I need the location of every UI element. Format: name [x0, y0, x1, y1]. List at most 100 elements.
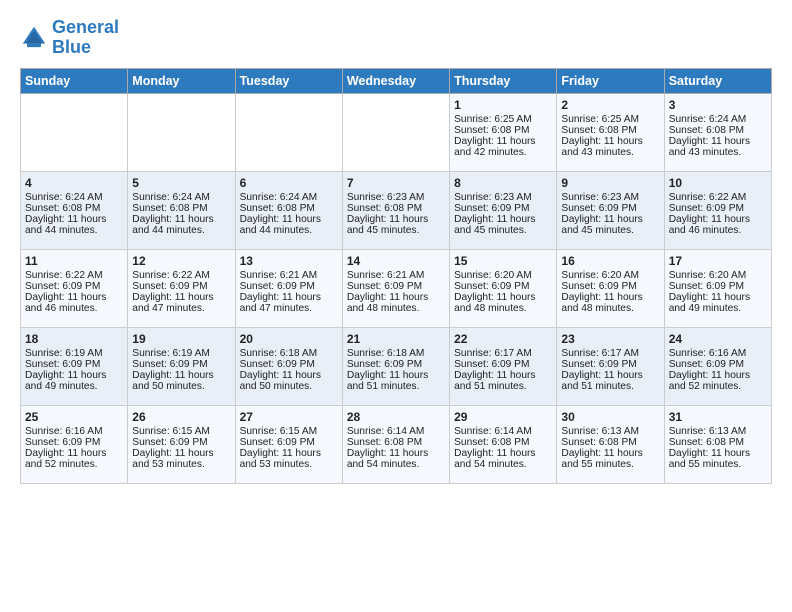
day-number: 4	[25, 176, 123, 190]
day-info: Sunrise: 6:13 AM	[669, 426, 767, 437]
day-info: and 48 minutes.	[347, 303, 445, 314]
day-info: Daylight: 11 hours	[669, 448, 767, 459]
day-info: Sunset: 6:09 PM	[240, 281, 338, 292]
col-header-saturday: Saturday	[664, 68, 771, 93]
day-info: Sunset: 6:09 PM	[25, 359, 123, 370]
cell-5-4: 28Sunrise: 6:14 AMSunset: 6:08 PMDayligh…	[342, 405, 449, 483]
col-header-sunday: Sunday	[21, 68, 128, 93]
cell-3-1: 11Sunrise: 6:22 AMSunset: 6:09 PMDayligh…	[21, 249, 128, 327]
day-info: Sunrise: 6:17 AM	[561, 348, 659, 359]
day-info: Sunrise: 6:20 AM	[669, 270, 767, 281]
day-number: 27	[240, 410, 338, 424]
day-info: and 53 minutes.	[240, 459, 338, 470]
cell-2-6: 9Sunrise: 6:23 AMSunset: 6:09 PMDaylight…	[557, 171, 664, 249]
day-info: Sunrise: 6:14 AM	[347, 426, 445, 437]
day-info: and 45 minutes.	[454, 225, 552, 236]
day-number: 10	[669, 176, 767, 190]
cell-4-2: 19Sunrise: 6:19 AMSunset: 6:09 PMDayligh…	[128, 327, 235, 405]
day-info: Daylight: 11 hours	[347, 214, 445, 225]
day-number: 22	[454, 332, 552, 346]
week-row-1: 1 Sunrise: 6:25 AMSunset: 6:08 PM Daylight…	[21, 93, 772, 171]
day-info: Sunrise: 6:23 AM	[347, 192, 445, 203]
day-info: Sunrise: 6:22 AM	[132, 270, 230, 281]
day-info: Sunset: 6:09 PM	[240, 437, 338, 448]
day-info: and 52 minutes.	[25, 459, 123, 470]
cell-5-2: 26Sunrise: 6:15 AMSunset: 6:09 PMDayligh…	[128, 405, 235, 483]
day-info: and 45 minutes.	[561, 225, 659, 236]
cell-2-7: 10Sunrise: 6:22 AMSunset: 6:09 PMDayligh…	[664, 171, 771, 249]
day-info: Sunset: 6:08 PM	[347, 437, 445, 448]
day-number: 14	[347, 254, 445, 268]
day-number: 1	[454, 98, 552, 112]
day-number: 15	[454, 254, 552, 268]
day-info: and 44 minutes.	[25, 225, 123, 236]
day-number: 12	[132, 254, 230, 268]
day-info: Sunset: 6:09 PM	[454, 359, 552, 370]
day-info: and 54 minutes.	[347, 459, 445, 470]
day-number: 17	[669, 254, 767, 268]
day-info: and 51 minutes.	[561, 381, 659, 392]
day-info: Daylight: 11 hours	[669, 370, 767, 381]
day-info: Daylight: 11 hours	[561, 214, 659, 225]
day-info: Daylight: 11 hours	[132, 214, 230, 225]
cell-1-3	[235, 93, 342, 171]
day-info: and 50 minutes.	[132, 381, 230, 392]
calendar-table: SundayMondayTuesdayWednesdayThursdayFrid…	[20, 68, 772, 484]
day-info: Sunset: 6:09 PM	[454, 281, 552, 292]
day-number: 21	[347, 332, 445, 346]
day-info: and 45 minutes.	[347, 225, 445, 236]
day-info: and 44 minutes.	[132, 225, 230, 236]
day-info: Daylight: 11 hours	[669, 136, 767, 147]
logo-icon	[20, 24, 48, 52]
day-number: 11	[25, 254, 123, 268]
day-info: Sunset: 6:09 PM	[561, 281, 659, 292]
day-info: Sunset: 6:08 PM	[25, 203, 123, 214]
day-info: and 55 minutes.	[669, 459, 767, 470]
day-info: and 46 minutes.	[669, 225, 767, 236]
day-info: Daylight: 11 hours	[454, 448, 552, 459]
day-number: 25	[25, 410, 123, 424]
cell-3-5: 15Sunrise: 6:20 AMSunset: 6:09 PMDayligh…	[450, 249, 557, 327]
day-number: 6	[240, 176, 338, 190]
day-info: Daylight: 11 hours	[561, 448, 659, 459]
day-info: Sunset: 6:09 PM	[25, 281, 123, 292]
day-info: and 43 minutes.	[669, 147, 767, 158]
day-info: Sunset: 6:09 PM	[561, 203, 659, 214]
day-info: Sunrise: 6:18 AM	[240, 348, 338, 359]
day-info: Sunrise: 6:24 AM	[132, 192, 230, 203]
day-info: Daylight: 11 hours	[25, 214, 123, 225]
day-number: 9	[561, 176, 659, 190]
day-number: 7	[347, 176, 445, 190]
logo-text: General Blue	[52, 18, 119, 58]
day-info: and 48 minutes.	[454, 303, 552, 314]
day-info: and 43 minutes.	[561, 147, 659, 158]
day-info: Sunset: 6:09 PM	[347, 359, 445, 370]
day-info: Sunrise: 6:18 AM	[347, 348, 445, 359]
day-info: Sunset: 6:08 PM	[454, 125, 552, 136]
week-row-2: 4Sunrise: 6:24 AMSunset: 6:08 PMDaylight…	[21, 171, 772, 249]
day-info: Sunrise: 6:23 AM	[454, 192, 552, 203]
cell-3-3: 13Sunrise: 6:21 AMSunset: 6:09 PMDayligh…	[235, 249, 342, 327]
day-number: 24	[669, 332, 767, 346]
day-number: 18	[25, 332, 123, 346]
week-row-4: 18Sunrise: 6:19 AMSunset: 6:09 PMDayligh…	[21, 327, 772, 405]
day-info: Sunrise: 6:24 AM	[669, 114, 767, 125]
day-info: Daylight: 11 hours	[347, 292, 445, 303]
header-row: SundayMondayTuesdayWednesdayThursdayFrid…	[21, 68, 772, 93]
cell-1-4	[342, 93, 449, 171]
page: General Blue SundayMondayTuesdayWednesda…	[0, 0, 792, 494]
day-info: Daylight: 11 hours	[240, 214, 338, 225]
day-info: Daylight: 11 hours	[25, 448, 123, 459]
day-info: Sunset: 6:09 PM	[669, 281, 767, 292]
day-info: and 50 minutes.	[240, 381, 338, 392]
day-info: Sunrise: 6:25 AM	[454, 114, 552, 125]
day-info: Sunset: 6:08 PM	[240, 203, 338, 214]
day-info: Sunrise: 6:20 AM	[454, 270, 552, 281]
cell-1-1	[21, 93, 128, 171]
day-info: Sunset: 6:09 PM	[132, 281, 230, 292]
cell-5-6: 30Sunrise: 6:13 AMSunset: 6:08 PMDayligh…	[557, 405, 664, 483]
day-info: Daylight: 11 hours	[132, 370, 230, 381]
day-info: and 46 minutes.	[25, 303, 123, 314]
day-info: Sunrise: 6:13 AM	[561, 426, 659, 437]
cell-2-2: 5Sunrise: 6:24 AMSunset: 6:08 PMDaylight…	[128, 171, 235, 249]
